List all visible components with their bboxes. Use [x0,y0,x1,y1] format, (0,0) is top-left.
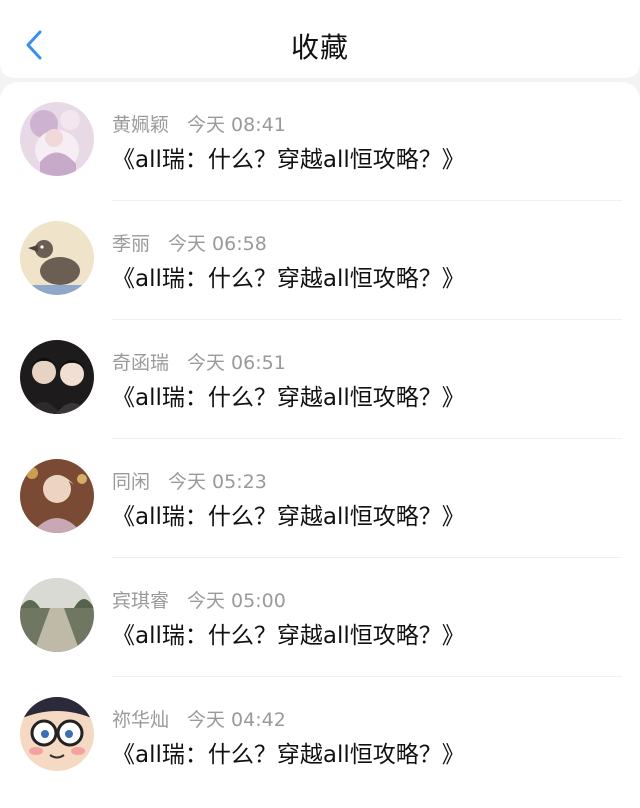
avatar [20,459,94,533]
user-name: 黄姵颖 [112,114,170,136]
timestamp: 今天 04:42 [187,709,286,731]
item-meta: 奇函瑞 今天 06:51 [112,348,286,375]
item-meta: 黄姵颖 今天 08:41 [112,110,286,137]
user-name: 宾琪睿 [112,590,170,612]
timestamp: 今天 05:23 [168,471,267,493]
user-name: 同闲 [112,471,151,493]
timestamp: 今天 08:41 [187,114,286,136]
favorites-list: 黄姵颖 今天 08:41 《all瑞：什么？穿越all恒攻略？》 季丽 今天 06:… [0,82,640,808]
item-meta: 同闲 今天 05:23 [112,467,267,494]
item-meta: 季丽 今天 06:58 [112,229,267,256]
avatar [20,578,94,652]
item-meta: 宾琪睿 今天 05:00 [112,586,286,613]
user-name: 季丽 [112,233,151,255]
list-item[interactable]: 宾琪睿 今天 05:00 《all瑞：什么？穿越all恒攻略？》 [0,558,640,677]
nav-bar: 收藏 [0,0,640,78]
user-name: 祢华灿 [112,709,170,731]
timestamp: 今天 06:51 [187,352,286,374]
user-name: 奇函瑞 [112,352,170,374]
item-meta: 祢华灿 今天 04:42 [112,705,286,732]
avatar [20,102,94,176]
timestamp: 今天 06:58 [168,233,267,255]
list-item[interactable]: 奇函瑞 今天 06:51 《all瑞：什么？穿越all恒攻略？》 [0,320,640,439]
message-text: 《all瑞：什么？穿越all恒攻略？》 [112,147,465,173]
avatar [20,697,94,771]
page-title: 收藏 [290,31,349,64]
message-text: 《all瑞：什么？穿越all恒攻略？》 [112,504,465,530]
message-text: 《all瑞：什么？穿越all恒攻略？》 [112,266,465,292]
list-item[interactable]: 季丽 今天 06:58 《all瑞：什么？穿越all恒攻略？》 [0,201,640,320]
list-item[interactable]: 同闲 今天 05:23 《all瑞：什么？穿越all恒攻略？》 [0,439,640,558]
message-text: 《all瑞：什么？穿越all恒攻略？》 [112,385,465,411]
message-text: 《all瑞：什么？穿越all恒攻略？》 [112,742,465,768]
message-text: 《all瑞：什么？穿越all恒攻略？》 [112,623,465,649]
list-item[interactable]: 祢华灿 今天 04:42 《all瑞：什么？穿越all恒攻略？》 [0,677,640,796]
list-item[interactable]: 黄姵颖 今天 08:41 《all瑞：什么？穿越all恒攻略？》 [0,82,640,201]
avatar [20,340,94,414]
timestamp: 今天 05:00 [187,590,286,612]
avatar [20,221,94,295]
